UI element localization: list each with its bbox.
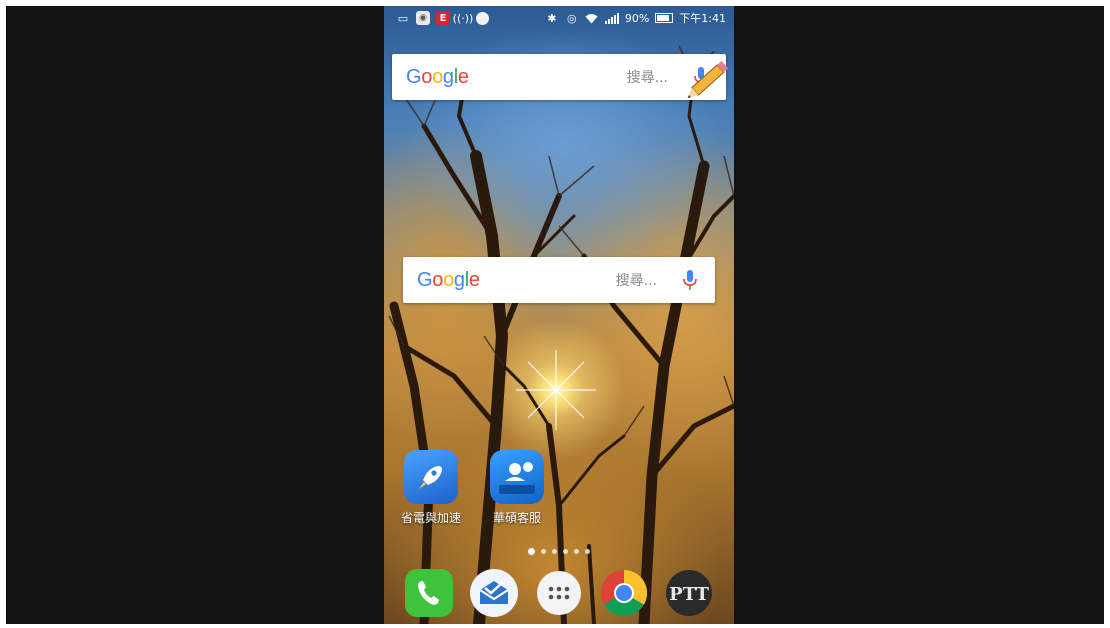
google-search-widget-top[interactable]: Google 搜尋...	[392, 54, 726, 100]
clock: 下午1:41	[679, 12, 726, 25]
app-drawer-icon	[537, 571, 581, 615]
myasus-icon	[490, 450, 544, 504]
camera-app-icon: ◉	[416, 11, 430, 25]
page-dot	[552, 549, 557, 554]
dock-chrome[interactable]	[599, 568, 649, 618]
page-indicator	[384, 548, 734, 555]
dock-phone[interactable]	[404, 568, 454, 618]
dock-app-drawer[interactable]	[534, 568, 584, 618]
mic-icon[interactable]	[679, 267, 701, 293]
page-dot	[541, 549, 546, 554]
rocket-icon	[404, 450, 458, 504]
sync-icon: ◎	[567, 11, 577, 25]
svg-text:PTT: PTT	[669, 584, 709, 605]
battery-icon	[655, 13, 674, 23]
page-dot-active	[528, 548, 535, 555]
search-hint: 搜尋...	[626, 70, 668, 86]
search-hint: 搜尋...	[615, 273, 657, 289]
google-search-widget[interactable]: Google 搜尋...	[403, 257, 715, 303]
image-icon: ▭	[397, 11, 409, 25]
page-dot	[585, 549, 590, 554]
phone-icon	[405, 569, 453, 617]
battery-percentage: 90%	[624, 11, 650, 25]
app-myasus[interactable]: 華碩客服	[477, 450, 557, 526]
app-label: 華碩客服	[492, 511, 541, 525]
signal-icon	[604, 11, 619, 25]
dock: PTT	[384, 568, 734, 620]
dock-ptt[interactable]: PTT	[664, 568, 714, 618]
status-bar: ▭ ◉ E ((·)) ✱ ◎ 90% 下午1:41	[384, 6, 734, 30]
circle-notification-icon	[476, 11, 489, 25]
page-dot	[574, 549, 579, 554]
app-label: 省電與加速	[400, 511, 461, 525]
phone-screen: ▭ ◉ E ((·)) ✱ ◎ 90% 下午1:41 Google 搜尋...	[384, 6, 734, 624]
google-logo: Google	[417, 268, 480, 291]
app-power-saver[interactable]: 省電與加速	[391, 450, 471, 526]
pencil-icon[interactable]	[684, 56, 734, 100]
dock-mail[interactable]	[469, 568, 519, 618]
page-dot	[563, 549, 568, 554]
google-logo: Google	[406, 65, 469, 88]
e-app-icon: E	[436, 11, 450, 25]
wifi-icon	[585, 11, 599, 25]
chrome-icon	[601, 569, 648, 617]
hotspot-icon: ((·))	[452, 11, 474, 25]
bluetooth-icon: ✱	[547, 11, 557, 25]
ptt-icon: PTT	[666, 570, 712, 616]
mail-icon	[470, 569, 518, 617]
